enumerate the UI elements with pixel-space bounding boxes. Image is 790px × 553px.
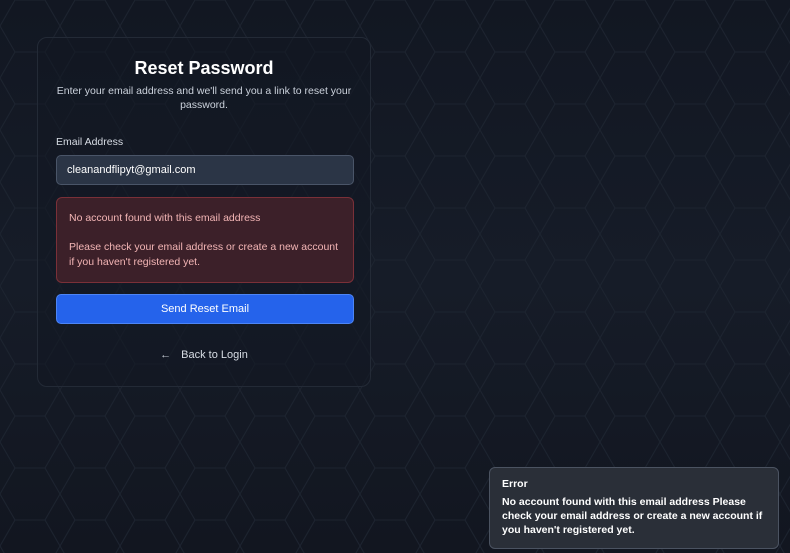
email-field[interactable] (56, 155, 354, 185)
error-message-detail: Please check your email address or creat… (69, 241, 339, 268)
arrow-left-icon: ← (160, 349, 172, 361)
page-title: Reset Password (134, 58, 274, 78)
toast-message: No account found with this email address… (502, 496, 763, 536)
error-message-title: No account found with this email address (69, 212, 261, 224)
toast-title: Error (502, 478, 528, 490)
send-reset-email-button[interactable]: Send Reset Email (56, 294, 354, 324)
back-to-login-link[interactable]: ← Back to Login (38, 349, 370, 361)
email-label: Email Address (56, 136, 124, 148)
page-subtitle: Enter your email address and we'll send … (56, 85, 352, 111)
error-alert: No account found with this email address… (56, 197, 354, 283)
back-to-login-label: Back to Login (181, 349, 248, 361)
error-toast: Error No account found with this email a… (489, 467, 779, 549)
reset-password-card: Reset Password Enter your email address … (37, 37, 371, 387)
